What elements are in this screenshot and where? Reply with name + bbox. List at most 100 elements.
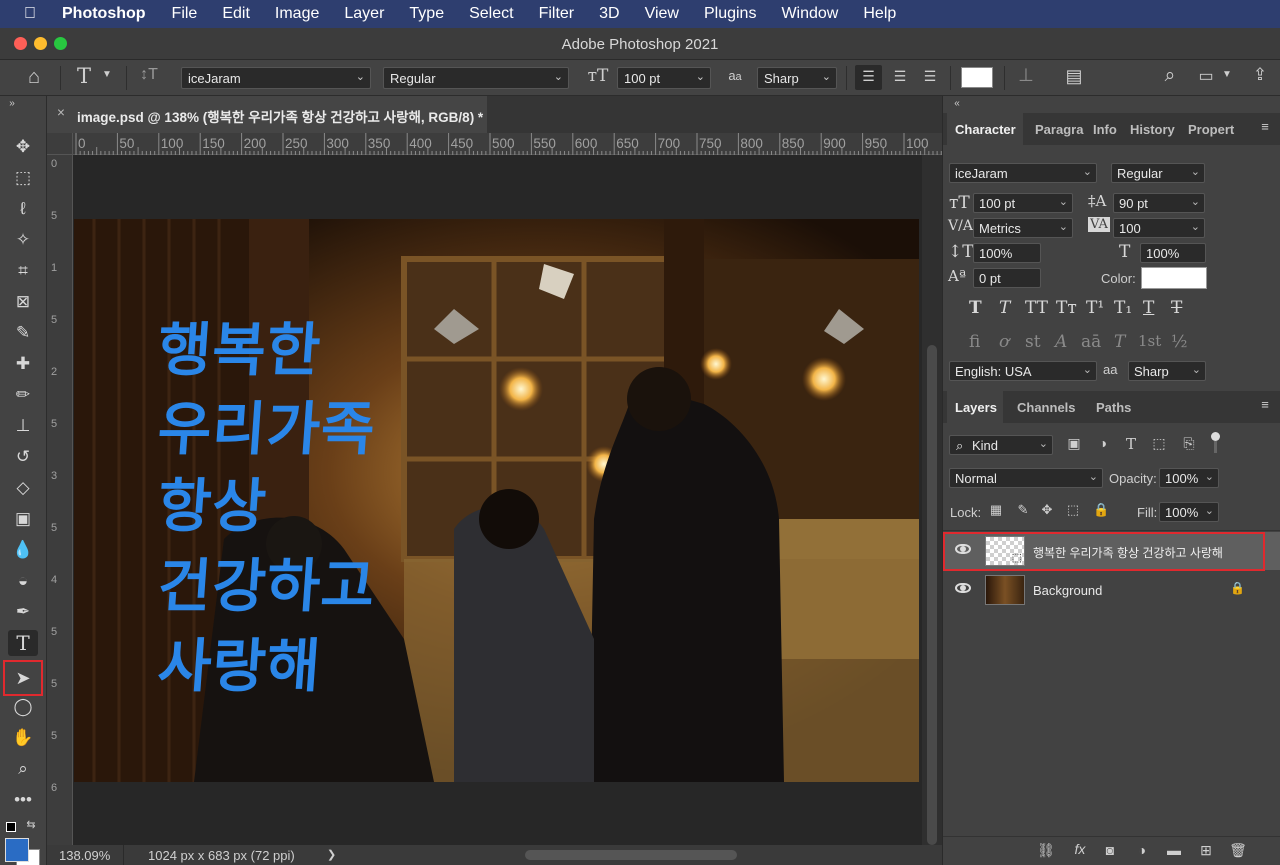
all-caps-icon[interactable]: TT: [1025, 298, 1048, 318]
superscript-icon[interactable]: T¹: [1086, 298, 1104, 318]
link-layers-icon[interactable]: ⛓: [1037, 842, 1055, 859]
menu-file[interactable]: File: [172, 5, 198, 23]
char-antialias-select[interactable]: Sharp ⌄: [1128, 361, 1206, 381]
tab-history[interactable]: History: [1130, 113, 1184, 145]
antialias-select[interactable]: Sharp ⌄: [757, 67, 837, 89]
swash-icon[interactable]: A: [1055, 332, 1067, 352]
menu-select[interactable]: Select: [469, 5, 513, 23]
collapse-toolbar-icon[interactable]: »: [6, 98, 18, 109]
history-brush-icon[interactable]: ↺: [8, 444, 38, 470]
lock-position-icon[interactable]: ✥: [1039, 502, 1055, 518]
type-tool-preset-icon[interactable]: T: [74, 64, 94, 88]
opacity-input[interactable]: 100% ⌄: [1159, 468, 1219, 488]
eraser-tool-icon[interactable]: ◇: [8, 475, 38, 501]
char-font-family[interactable]: iceJaram ⌄: [949, 163, 1097, 183]
menu-view[interactable]: View: [645, 5, 679, 23]
new-layer-icon[interactable]: ⊞: [1197, 842, 1215, 859]
char-font-style[interactable]: Regular ⌄: [1111, 163, 1205, 183]
language-select[interactable]: English: USA ⌄: [949, 361, 1097, 381]
discretionary-ligatures-icon[interactable]: st: [1025, 332, 1041, 352]
tab-properties[interactable]: Propert: [1188, 113, 1244, 145]
text-orientation-icon[interactable]: ↕T: [138, 66, 160, 84]
add-mask-icon[interactable]: ◙: [1101, 842, 1119, 858]
char-vertical-scale[interactable]: 100%: [973, 243, 1041, 263]
visibility-eye-icon[interactable]: [955, 583, 971, 593]
filter-shape-icon[interactable]: ⬚: [1150, 435, 1168, 452]
char-tracking[interactable]: 100 ⌄: [1113, 218, 1205, 238]
menu-plugins[interactable]: Plugins: [704, 5, 756, 23]
more-tools-icon[interactable]: •••: [8, 787, 38, 813]
frame-tool-icon[interactable]: ⊠: [8, 289, 38, 315]
magic-wand-icon[interactable]: ✧: [8, 227, 38, 253]
tab-info[interactable]: Info: [1093, 113, 1125, 145]
char-baseline-shift[interactable]: 0 pt: [973, 268, 1041, 288]
share-icon[interactable]: ⇪: [1248, 65, 1272, 85]
tab-character[interactable]: Character: [947, 113, 1023, 145]
menu-filter[interactable]: Filter: [539, 5, 575, 23]
new-group-icon[interactable]: ▬: [1165, 842, 1183, 858]
menu-type[interactable]: Type: [409, 5, 444, 23]
layer-row-background[interactable]: Background 🔒: [943, 571, 1280, 609]
dodge-tool-icon[interactable]: ◒: [8, 568, 38, 594]
tab-channels[interactable]: Channels: [1017, 391, 1077, 423]
fx-icon[interactable]: fx: [1071, 841, 1089, 857]
ellipse-tool-icon[interactable]: ◯: [8, 694, 38, 720]
brush-tool-icon[interactable]: ✏: [8, 382, 38, 408]
menu-app-name[interactable]: Photoshop: [62, 5, 146, 23]
filter-adjustment-icon[interactable]: ◑: [1094, 435, 1112, 451]
lock-all-icon[interactable]: 🔒: [1093, 502, 1109, 518]
align-center-icon[interactable]: ☰: [888, 68, 912, 85]
blend-mode-select[interactable]: Normal ⌄: [949, 468, 1103, 488]
char-color-swatch[interactable]: [1141, 267, 1207, 289]
menu-3d[interactable]: 3D: [599, 5, 619, 23]
eyedropper-icon[interactable]: ✎: [8, 320, 38, 346]
subscript-icon[interactable]: T₁: [1114, 298, 1132, 318]
char-horizontal-scale[interactable]: 100%: [1140, 243, 1206, 263]
gradient-tool-icon[interactable]: ▣: [8, 506, 38, 532]
filter-toggle-icon[interactable]: [1211, 432, 1220, 441]
menu-help[interactable]: Help: [863, 5, 896, 23]
document-tab[interactable]: × image.psd @ 138% (행복한 우리가족 항상 건강하고 사랑해…: [47, 96, 487, 133]
menu-layer[interactable]: Layer: [344, 5, 384, 23]
zoom-tool-icon[interactable]: ⌕: [8, 756, 38, 782]
blur-tool-icon[interactable]: 💧: [8, 537, 38, 563]
char-kerning[interactable]: Metrics ⌄: [973, 218, 1073, 238]
warp-text-icon[interactable]: ⊥: [1014, 65, 1038, 86]
hand-tool-icon[interactable]: ✋: [8, 725, 38, 751]
search-icon[interactable]: ⌕: [1158, 65, 1182, 87]
workspace-icon[interactable]: ▭: [1194, 66, 1218, 86]
filter-type-icon[interactable]: T: [1122, 435, 1140, 453]
crop-tool-icon[interactable]: ⌗: [8, 258, 38, 284]
font-style-select[interactable]: Regular ⌄: [383, 67, 569, 89]
font-family-select[interactable]: iceJaram ⌄: [181, 67, 371, 89]
layer-filter-kind[interactable]: ⌕ Kind ⌄: [949, 435, 1053, 455]
tab-paragraph[interactable]: Paragra: [1035, 113, 1089, 145]
lock-transparent-icon[interactable]: ▦: [988, 502, 1004, 518]
char-font-size[interactable]: 100 pt ⌄: [973, 193, 1073, 213]
vertical-scrollbar[interactable]: [922, 155, 942, 845]
move-tool-icon[interactable]: ✥: [8, 134, 38, 160]
font-size-select[interactable]: 100 pt ⌄: [617, 67, 711, 89]
zoom-level[interactable]: 138.09%: [59, 848, 110, 863]
marquee-tool-icon[interactable]: ⬚: [8, 165, 38, 191]
fill-input[interactable]: 100% ⌄: [1159, 502, 1219, 522]
swap-colors-icon[interactable]: ⇆: [24, 818, 38, 831]
stylistic-alternates-icon[interactable]: aā: [1081, 332, 1101, 352]
status-arrow-icon[interactable]: ❯: [327, 848, 336, 861]
clone-stamp-icon[interactable]: ⊥: [8, 413, 38, 439]
type-tool-icon[interactable]: T: [8, 630, 38, 656]
close-tab-icon[interactable]: ×: [57, 105, 65, 120]
character-panel-icon[interactable]: ▤: [1062, 66, 1086, 87]
home-icon[interactable]: ⌂: [22, 66, 46, 89]
fractions-icon[interactable]: ½: [1171, 332, 1187, 352]
faux-bold-icon[interactable]: T: [969, 298, 982, 318]
adjustment-layer-icon[interactable]: ◑: [1133, 842, 1151, 858]
menu-edit[interactable]: Edit: [222, 5, 250, 23]
delete-layer-icon[interactable]: 🗑: [1229, 842, 1247, 859]
align-left-icon[interactable]: ☰: [855, 65, 882, 90]
chevron-down-icon[interactable]: ▼: [1220, 69, 1234, 80]
panel-menu-icon[interactable]: ≡: [1257, 397, 1273, 412]
tab-paths[interactable]: Paths: [1096, 391, 1136, 423]
pen-tool-icon[interactable]: ✒: [8, 599, 38, 625]
lock-image-icon[interactable]: ✎: [1015, 502, 1031, 518]
